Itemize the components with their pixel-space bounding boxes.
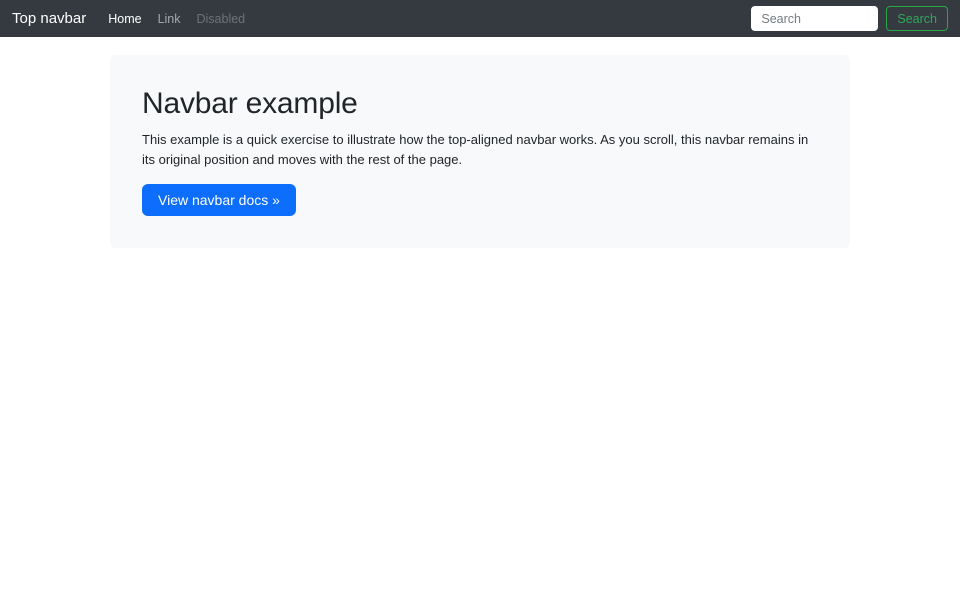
page-title: Navbar example (142, 87, 358, 120)
main-content: Navbar example This example is a quick e… (110, 55, 850, 248)
nav-link-link[interactable]: Link (152, 8, 187, 30)
nav-link-disabled: Disabled (196, 11, 246, 26)
nav-link-home[interactable]: Home (102, 8, 147, 30)
page-description: This example is a quick exercise to illu… (142, 132, 809, 167)
navbar-brand[interactable]: Top navbar (12, 10, 86, 27)
search-button[interactable]: Search (886, 6, 948, 31)
search-input[interactable] (751, 6, 879, 31)
top-navbar: Top navbar Home Link Disabled Search (0, 0, 960, 37)
navbar-nav: Home Link Disabled (102, 8, 751, 30)
view-navbar-docs-button[interactable]: View navbar docs » (142, 184, 296, 216)
jumbotron-panel: Navbar example This example is a quick e… (110, 55, 850, 248)
search-form: Search (751, 6, 948, 31)
